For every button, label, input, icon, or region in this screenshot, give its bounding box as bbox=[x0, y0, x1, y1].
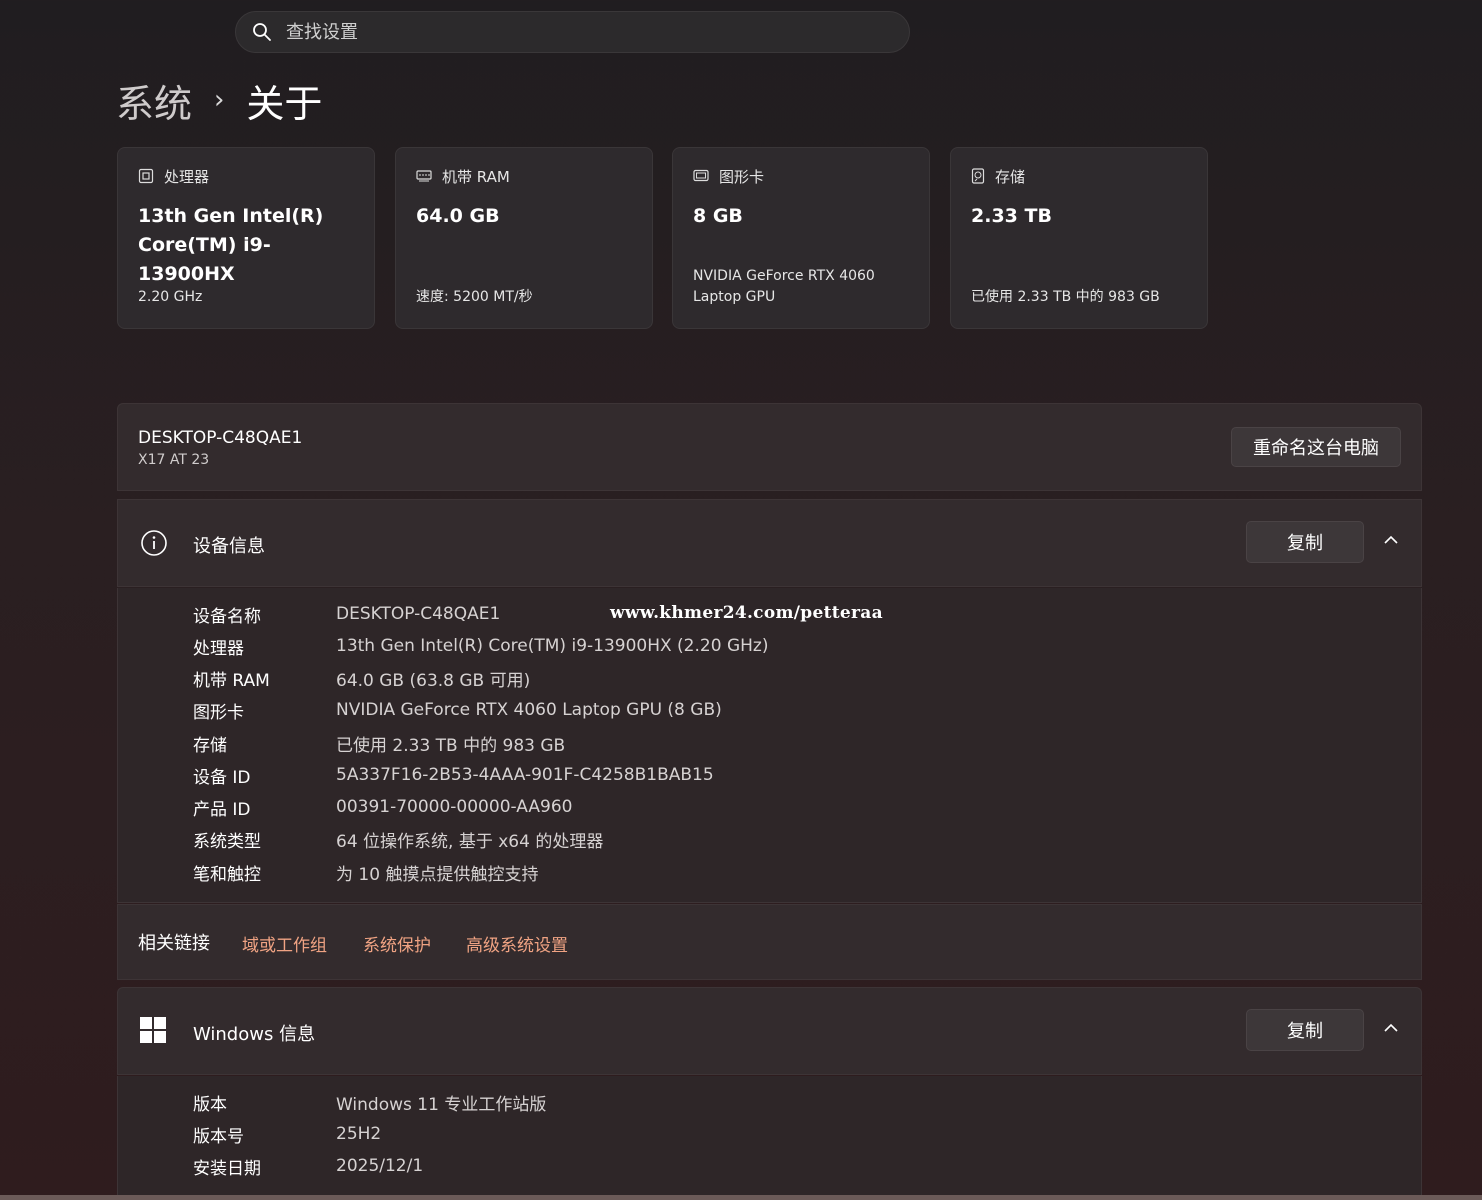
spec-key: 版本 bbox=[193, 1094, 227, 1115]
card-sub: 2.20 GHz bbox=[138, 289, 203, 305]
storage-icon bbox=[971, 168, 985, 184]
storage-card: 存储 2.33 TB 已使用 2.33 TB 中的 983 GB bbox=[950, 147, 1208, 329]
card-sub: 速度: 5200 MT/秒 bbox=[416, 289, 533, 305]
spec-value: Windows 11 专业工作站版 bbox=[336, 1094, 547, 1115]
card-value: 2.33 TB bbox=[971, 205, 1052, 227]
spec-row-device-name: 设备名称 DESKTOP-C48QAE1 bbox=[193, 598, 500, 630]
spec-key: 机带 RAM bbox=[193, 670, 270, 691]
related-links-label: 相关链接 bbox=[138, 933, 210, 954]
card-label: 存储 bbox=[995, 167, 1026, 186]
search-input[interactable] bbox=[286, 21, 846, 43]
processor-card: 处理器 13th Gen Intel(R) Core(TM) i9-13900H… bbox=[117, 147, 375, 329]
spec-value: DESKTOP-C48QAE1 bbox=[336, 604, 501, 624]
spec-value: 00391-70000-00000-AA960 bbox=[336, 797, 573, 817]
card-label: 处理器 bbox=[164, 167, 210, 186]
spec-value: 25H2 bbox=[336, 1124, 382, 1144]
card-sub: NVIDIA GeForce RTX 4060 Laptop GPU bbox=[693, 268, 875, 305]
link-advanced-settings[interactable]: 高级系统设置 bbox=[466, 931, 568, 956]
link-domain-workgroup[interactable]: 域或工作组 bbox=[242, 931, 327, 956]
chevron-up-icon[interactable] bbox=[1383, 535, 1399, 545]
graphics-card-icon bbox=[693, 169, 709, 182]
rename-pc-button[interactable]: 重命名这台电脑 bbox=[1231, 427, 1401, 467]
spec-value: 5A337F16-2B53-4AAA-901F-C4258B1BAB15 bbox=[336, 765, 714, 785]
spec-value: 13th Gen Intel(R) Core(TM) i9-13900HX (2… bbox=[336, 636, 769, 656]
spec-value: NVIDIA GeForce RTX 4060 Laptop GPU (8 GB… bbox=[336, 700, 722, 720]
search-box[interactable] bbox=[235, 11, 910, 53]
card-label: 图形卡 bbox=[719, 167, 765, 186]
copy-windows-info-button[interactable]: 复制 bbox=[1246, 1009, 1364, 1051]
card-value: 13th Gen Intel(R) Core(TM) i9-13900HX bbox=[138, 205, 324, 285]
spec-row-ram: 机带 RAM 64.0 GB (63.8 GB 可用) bbox=[193, 662, 530, 694]
windows-info-header[interactable]: Windows 信息 复制 bbox=[117, 987, 1422, 1075]
spec-key: 产品 ID bbox=[193, 799, 251, 820]
card-value: 64.0 GB bbox=[416, 205, 500, 227]
spec-value: 已使用 2.33 TB 中的 983 GB bbox=[336, 735, 566, 756]
spec-key: 安装日期 bbox=[193, 1158, 261, 1179]
spec-key: 系统类型 bbox=[193, 831, 261, 852]
card-value: 8 GB bbox=[693, 205, 743, 227]
spec-value: 64 位操作系统, 基于 x64 的处理器 bbox=[336, 831, 604, 852]
spec-key: 存储 bbox=[193, 735, 227, 756]
card-sub: 已使用 2.33 TB 中的 983 GB bbox=[971, 289, 1160, 305]
spec-row-version: 版本号 25H2 bbox=[193, 1118, 381, 1150]
pc-name-panel: DESKTOP-C48QAE1 X17 AT 23 重命名这台电脑 bbox=[117, 403, 1422, 491]
breadcrumb-system[interactable]: 系统 bbox=[116, 73, 192, 128]
spec-key: 处理器 bbox=[193, 638, 244, 659]
spec-value: 为 10 触摸点提供触控支持 bbox=[336, 864, 539, 885]
ram-icon bbox=[416, 170, 432, 182]
spec-key: 图形卡 bbox=[193, 702, 244, 723]
chevron-up-icon[interactable] bbox=[1383, 1023, 1399, 1033]
spec-key: 版本号 bbox=[193, 1126, 244, 1147]
spec-row-device-id: 设备 ID 5A337F16-2B53-4AAA-901F-C4258B1BAB… bbox=[193, 759, 714, 791]
graphics-card: 图形卡 8 GB NVIDIA GeForce RTX 4060 Laptop … bbox=[672, 147, 930, 329]
copy-device-info-button[interactable]: 复制 bbox=[1246, 521, 1364, 563]
link-system-protection[interactable]: 系统保护 bbox=[363, 931, 431, 956]
spec-row-storage: 存储 已使用 2.33 TB 中的 983 GB bbox=[193, 727, 565, 759]
spec-value: 2025/12/1 bbox=[336, 1156, 424, 1176]
breadcrumb-separator: › bbox=[214, 85, 225, 115]
spec-row-pen-touch: 笔和触控 为 10 触摸点提供触控支持 bbox=[193, 856, 538, 888]
search-icon bbox=[253, 23, 271, 41]
card-label: 机带 RAM bbox=[442, 167, 510, 186]
watermark-text: www.khmer24.com/petteraa bbox=[610, 603, 883, 623]
spec-row-product-id: 产品 ID 00391-70000-00000-AA960 bbox=[193, 791, 572, 823]
ram-card: 机带 RAM 64.0 GB 速度: 5200 MT/秒 bbox=[395, 147, 653, 329]
spec-key: 笔和触控 bbox=[193, 864, 261, 885]
spec-value: 64.0 GB (63.8 GB 可用) bbox=[336, 670, 531, 691]
spec-row-system-type: 系统类型 64 位操作系统, 基于 x64 的处理器 bbox=[193, 823, 603, 855]
spec-key: 设备 ID bbox=[193, 767, 251, 788]
page-title: 关于 bbox=[246, 81, 323, 126]
spec-key: 设备名称 bbox=[193, 606, 261, 627]
spec-row-graphics: 图形卡 NVIDIA GeForce RTX 4060 Laptop GPU (… bbox=[193, 694, 722, 726]
device-info-header[interactable]: 设备信息 复制 bbox=[117, 499, 1422, 587]
pc-model: X17 AT 23 bbox=[138, 452, 210, 468]
device-info-title: 设备信息 bbox=[193, 536, 265, 557]
device-info-details: 设备名称 DESKTOP-C48QAE1 处理器 13th Gen Intel(… bbox=[117, 588, 1422, 903]
processor-icon bbox=[138, 168, 154, 184]
related-links-bar: 相关链接 域或工作组 系统保护 高级系统设置 bbox=[117, 904, 1422, 980]
info-icon bbox=[141, 530, 167, 556]
breadcrumb: 系统 › 关于 bbox=[116, 72, 322, 128]
windows-logo-icon bbox=[140, 1017, 166, 1043]
spec-row-edition: 版本 Windows 11 专业工作站版 bbox=[193, 1086, 546, 1118]
pc-name: DESKTOP-C48QAE1 bbox=[138, 428, 303, 448]
windows-info-title: Windows 信息 bbox=[193, 1024, 316, 1045]
spec-row-install-date: 安装日期 2025/12/1 bbox=[193, 1150, 423, 1182]
spec-row-processor: 处理器 13th Gen Intel(R) Core(TM) i9-13900H… bbox=[193, 630, 768, 662]
windows-info-details: 版本 Windows 11 专业工作站版 版本号 25H2 安装日期 2025/… bbox=[117, 1076, 1422, 1200]
